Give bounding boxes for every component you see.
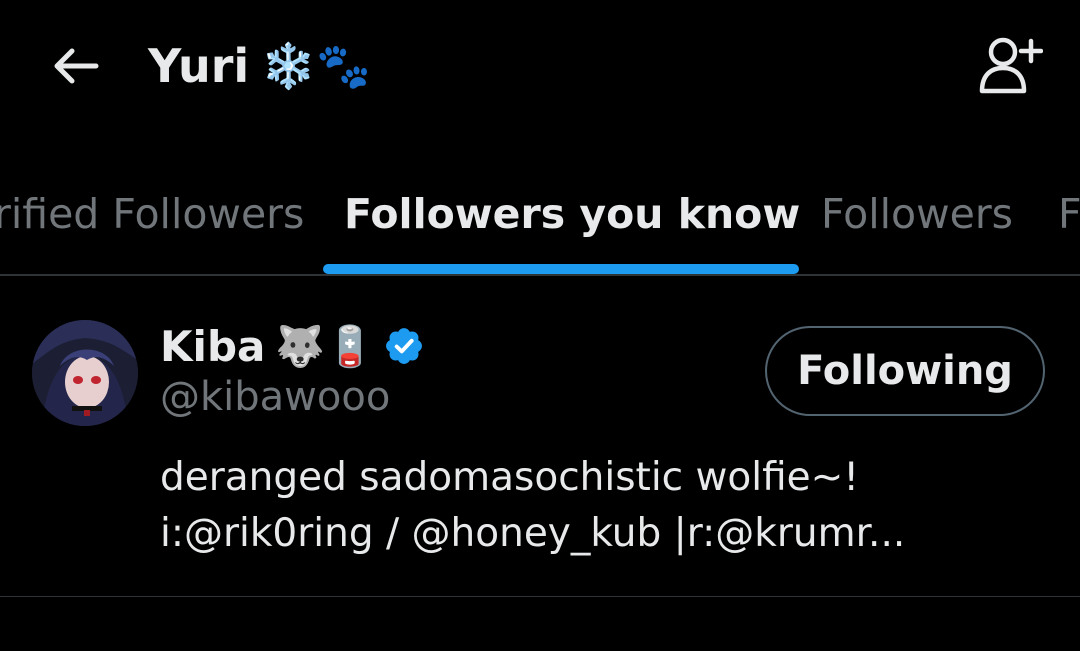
user-display-name[interactable]: Kiba [160, 322, 265, 371]
bio-line: deranged sadomasochistic wolfie~! [160, 455, 859, 500]
following-button[interactable]: Following [765, 326, 1045, 416]
add-user-icon [979, 37, 1043, 94]
back-button[interactable] [42, 36, 108, 96]
user-handle[interactable]: @kibawooo [160, 374, 390, 420]
tab-followers[interactable]: Followers [821, 184, 1013, 244]
page-title: Yuri ❄️🐾 [148, 34, 371, 98]
add-user-button[interactable] [970, 30, 1050, 100]
tab-following[interactable]: F [1058, 184, 1080, 244]
active-tab-indicator [323, 264, 799, 274]
avatar[interactable] [32, 320, 138, 426]
user-name-emoji: 🐺🪫 [275, 323, 375, 370]
user-name-line: Kiba 🐺🪫 [160, 318, 425, 374]
arrow-left-icon [54, 48, 99, 84]
title-emoji: ❄️🐾 [261, 41, 371, 92]
tab-verified-followers[interactable]: rified Followers [0, 184, 304, 244]
follower-tabs: rified Followers Followers you know Foll… [0, 170, 1080, 276]
top-app-bar: Yuri ❄️🐾 [0, 0, 1080, 140]
user-bio: deranged sadomasochistic wolfie~! i:@rik… [160, 450, 960, 562]
title-text: Yuri [148, 39, 250, 93]
verified-badge-icon [383, 325, 425, 367]
bio-line: i:@rik0ring / @honey_kub |r:@krumr... [160, 511, 906, 556]
tab-followers-you-know[interactable]: Followers you know [344, 184, 800, 244]
user-list-item[interactable]: Kiba 🐺🪫 @kibawooo deranged sadomasochist… [0, 300, 1080, 597]
